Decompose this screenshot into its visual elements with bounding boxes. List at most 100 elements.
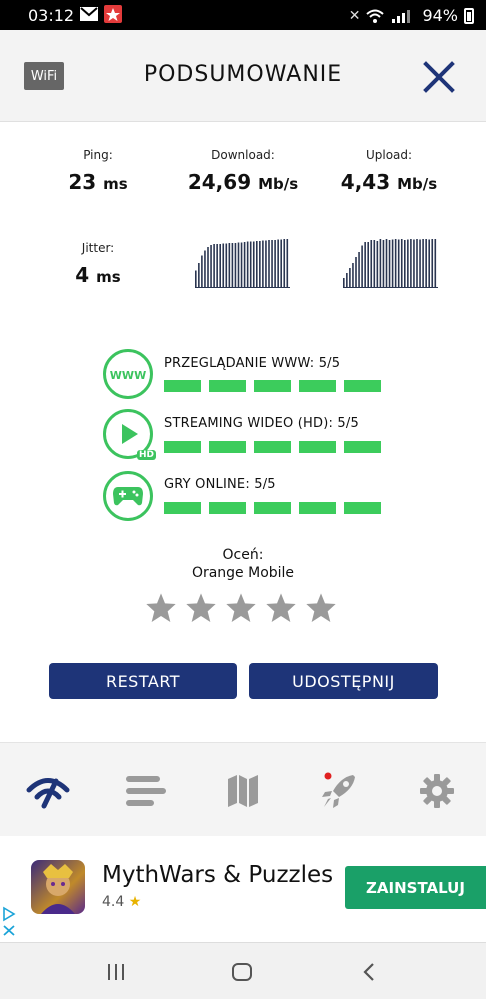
status-right: ✕ 94% xyxy=(349,6,474,25)
header: WiFi PODSUMOWANIE xyxy=(0,30,486,122)
graph-bar xyxy=(277,239,279,288)
home-icon[interactable] xyxy=(229,959,255,985)
graph-bar xyxy=(213,244,215,288)
quality-label-www: PRZEGLĄDANIE WWW: 5/5 xyxy=(164,356,341,371)
quality-bar xyxy=(254,441,291,453)
rating-stars xyxy=(145,592,337,624)
graph-bar xyxy=(231,243,234,288)
ping-number: 23 xyxy=(68,170,97,194)
graph-bar xyxy=(352,263,354,288)
star-3[interactable] xyxy=(225,592,257,624)
battery-percent: 94% xyxy=(422,6,458,25)
graph-bar xyxy=(376,241,379,288)
graph-bar xyxy=(237,242,240,288)
graph-bar xyxy=(385,239,388,288)
graph-bar xyxy=(343,278,345,288)
graph-bar xyxy=(210,245,212,288)
results-list-icon xyxy=(126,776,166,806)
graph-bar xyxy=(274,240,276,288)
mute-icon: ✕ xyxy=(348,7,361,24)
quality-bars-www xyxy=(164,380,381,392)
nav-map[interactable] xyxy=(221,769,265,813)
restart-button[interactable]: RESTART xyxy=(49,663,237,699)
quality-label-streaming: STREAMING WIDEO (HD): 5/5 xyxy=(164,416,359,431)
quality-bar xyxy=(344,502,381,514)
install-button[interactable]: ZAINSTALUJ xyxy=(345,866,486,909)
quality-bar xyxy=(344,380,381,392)
graph-bar xyxy=(397,239,400,288)
rocket-icon xyxy=(322,772,355,808)
quality-bar xyxy=(164,380,201,392)
jitter-label: Jitter: xyxy=(81,241,115,255)
graph-bar xyxy=(349,268,351,288)
app-notification-icon xyxy=(104,5,122,23)
graph-bar xyxy=(416,239,418,288)
graph-bar xyxy=(222,243,225,288)
nav-settings[interactable] xyxy=(415,769,459,813)
svg-text:WWW: WWW xyxy=(110,369,146,382)
hd-badge: HD xyxy=(136,450,156,460)
star-4[interactable] xyxy=(265,592,297,624)
quality-bar xyxy=(344,441,381,453)
graph-bar xyxy=(268,240,270,288)
graph-bar xyxy=(219,244,221,288)
upload-number: 4,43 xyxy=(340,170,391,194)
graph-bar xyxy=(361,245,363,288)
ad-title[interactable]: MythWars & Puzzles xyxy=(102,862,333,888)
graph-bar xyxy=(198,263,200,288)
quality-bar xyxy=(299,502,336,514)
graph-baseline xyxy=(195,287,290,288)
signal-icon xyxy=(392,9,411,23)
play-hd-icon: HD xyxy=(103,409,156,460)
graph-bar xyxy=(207,247,209,288)
ping-unit: ms xyxy=(103,175,128,193)
graph-bar xyxy=(256,241,258,288)
graph-bar xyxy=(355,257,357,288)
quality-bar xyxy=(164,502,201,514)
star-1[interactable] xyxy=(145,592,177,624)
battery-icon xyxy=(464,7,474,24)
quality-bar xyxy=(209,380,246,392)
graph-bar xyxy=(364,242,366,288)
graph-bar xyxy=(243,242,246,288)
map-icon xyxy=(228,775,258,807)
graph-bar xyxy=(201,255,203,288)
status-time: 03:12 xyxy=(28,6,75,25)
nav-speed-test[interactable] xyxy=(26,769,70,813)
upload-label: Upload: xyxy=(365,148,413,162)
graph-bar xyxy=(286,239,289,288)
speed-icon xyxy=(26,778,70,809)
graph-bar xyxy=(400,239,403,288)
graph-bar xyxy=(234,243,237,288)
quality-bar xyxy=(299,380,336,392)
recent-apps-icon[interactable] xyxy=(103,959,129,985)
star-5[interactable] xyxy=(305,592,337,624)
ad-app-icon[interactable] xyxy=(31,860,85,914)
graph-bar xyxy=(407,239,409,288)
share-button[interactable]: UDOSTĘPNIJ xyxy=(249,663,438,699)
graph-bar xyxy=(228,243,231,288)
graph-bar xyxy=(382,240,385,288)
ad-rating: 4.4 ★ xyxy=(102,894,141,910)
ad-choices-icon[interactable] xyxy=(2,906,16,940)
graph-bar xyxy=(367,242,369,288)
nav-boost[interactable] xyxy=(317,769,361,813)
jitter-number: 4 xyxy=(75,263,90,287)
quality-label-gaming: GRY ONLINE: 5/5 xyxy=(164,477,276,492)
star-2[interactable] xyxy=(185,592,217,624)
jitter-unit: ms xyxy=(96,268,121,286)
download-value: 24,69 Mb/s xyxy=(163,170,323,194)
graph-bar xyxy=(246,241,249,288)
nav-results[interactable] xyxy=(124,769,168,813)
upload-unit: Mb/s xyxy=(397,175,438,193)
back-icon[interactable] xyxy=(356,959,382,985)
graph-bar xyxy=(249,241,252,288)
ad-banner[interactable]: MythWars & Puzzles 4.4 ★ ZAINSTALUJ xyxy=(0,836,486,942)
android-navigation-bar xyxy=(0,942,486,999)
close-icon[interactable] xyxy=(420,58,458,96)
graph-bar xyxy=(388,240,391,288)
ad-star-icon: ★ xyxy=(128,894,142,910)
graph-bar xyxy=(391,239,394,288)
graph-bar xyxy=(431,239,434,288)
ping-value: 23 ms xyxy=(18,170,178,194)
